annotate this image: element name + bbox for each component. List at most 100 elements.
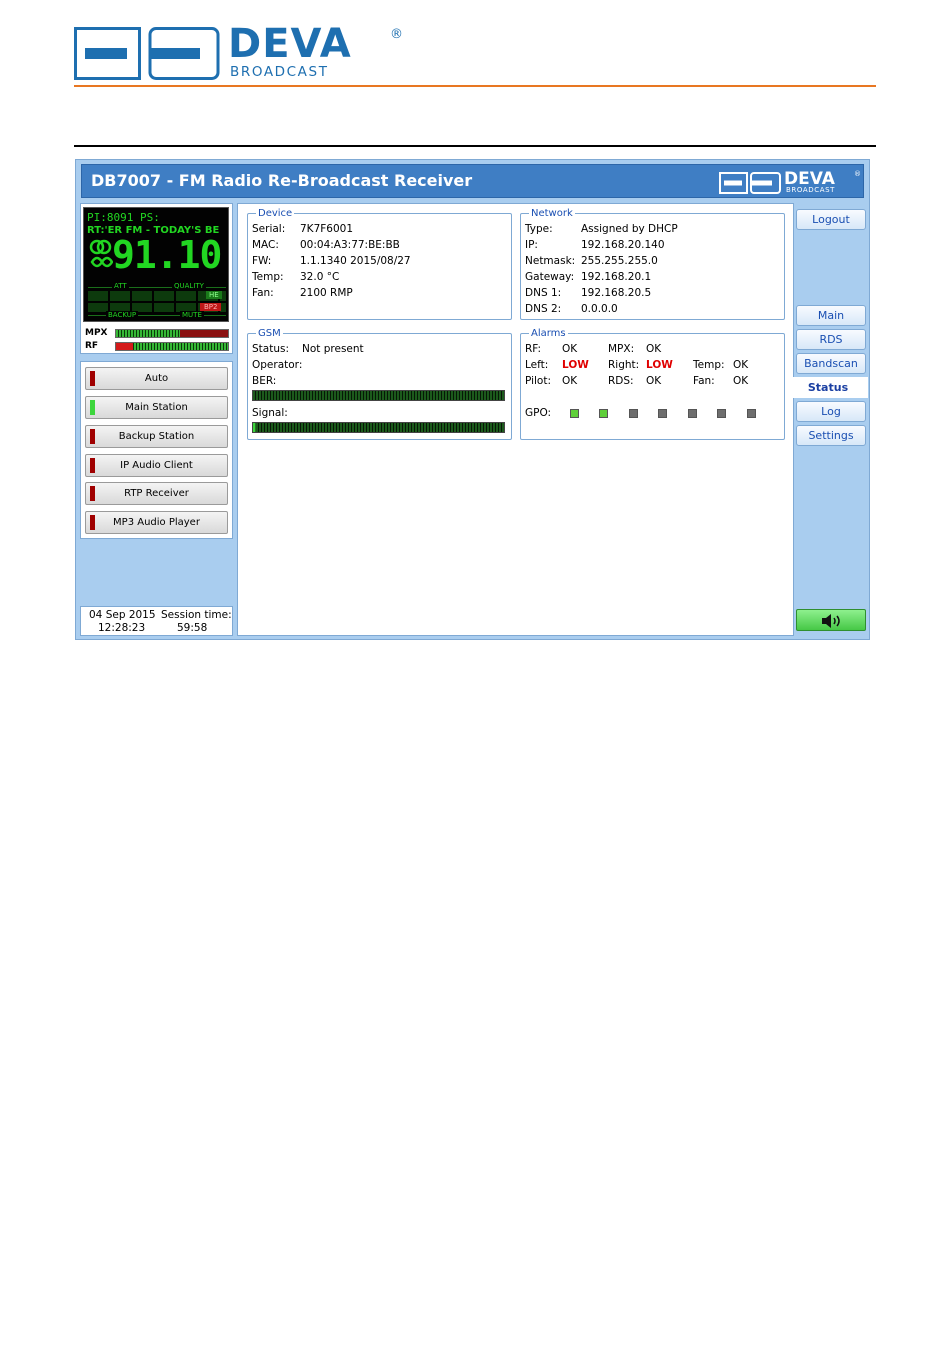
deva-logo: DEVA ® BROADCAST xyxy=(74,21,414,81)
current-date: 04 Sep 2015 xyxy=(89,609,156,621)
app-title: DB7007 - FM Radio Re-Broadcast Receiver xyxy=(91,171,473,190)
device-serial-key: Serial: xyxy=(252,223,286,235)
alarm-fan-key: Fan: xyxy=(693,375,715,387)
device-legend: Device xyxy=(258,208,293,219)
source-button-ip-audio-client[interactable]: IP Audio Client xyxy=(85,454,228,477)
source-button-rtp-receiver[interactable]: RTP Receiver xyxy=(85,482,228,505)
lcd-display: PI:8091 PS: RT:'ER FM - TODAY'S BE 91.10… xyxy=(83,207,229,322)
network-legend: Network xyxy=(531,208,573,219)
device-fan-value: 2100 RMP xyxy=(300,287,353,299)
tab-log[interactable]: Log xyxy=(796,401,866,422)
source-led-mp3-audio-player xyxy=(90,515,95,530)
session-time-value: 59:58 xyxy=(177,622,208,634)
network-netmask-value: 255.255.255.0 xyxy=(581,255,658,267)
gsm-signal-meter xyxy=(252,422,505,433)
gsm-legend: GSM xyxy=(258,328,281,339)
network-gateway-value: 192.168.20.1 xyxy=(581,271,652,283)
audio-button[interactable] xyxy=(796,609,866,631)
header-divider xyxy=(74,85,876,87)
network-type-value: Assigned by DHCP xyxy=(581,223,678,235)
mini-logo-reg: ® xyxy=(854,170,861,178)
alarm-rds-value: OK xyxy=(646,375,662,387)
lcd-quality-label: QUALITY xyxy=(172,282,206,290)
lcd-att-group: ATT QUALITY HE BP2 BACKUP MUTE xyxy=(88,282,226,319)
session-time-label: Session time: xyxy=(161,609,232,621)
network-dns2-key: DNS 2: xyxy=(525,303,562,315)
source-label: IP Audio Client xyxy=(120,460,193,471)
source-button-mp3-audio-player[interactable]: MP3 Audio Player xyxy=(85,511,228,534)
alarm-left-key: Left: xyxy=(525,359,549,371)
gpo-led-6 xyxy=(717,409,726,418)
tab-settings[interactable]: Settings xyxy=(796,425,866,446)
status-content: Device Serial: 7K7F6001 MAC: 00:04:A3:77… xyxy=(237,203,794,636)
source-label: Main Station xyxy=(125,402,188,413)
lcd-pi-ps: PI:8091 PS: xyxy=(87,211,160,224)
tab-rds[interactable]: RDS xyxy=(796,329,866,350)
device-fw-value: 1.1.1340 2015/08/27 xyxy=(300,255,411,267)
gpo-label: GPO: xyxy=(525,407,552,419)
network-dns1-key: DNS 1: xyxy=(525,287,562,299)
title-bar: DB7007 - FM Radio Re-Broadcast Receiver … xyxy=(81,164,864,198)
source-button-backup-station[interactable]: Backup Station xyxy=(85,425,228,448)
deva-mini-logo: DEVA ® BROADCAST xyxy=(719,169,864,194)
alarm-right-value: LOW xyxy=(646,359,673,371)
db-mini-logo-icon xyxy=(719,172,781,194)
gsm-signal-key: Signal: xyxy=(252,407,288,419)
tab-status[interactable]: Status xyxy=(788,377,868,398)
alarm-mpx-value: OK xyxy=(646,343,662,355)
alarm-fan-value: OK xyxy=(733,375,749,387)
lcd-panel: PI:8091 PS: RT:'ER FM - TODAY'S BE 91.10… xyxy=(80,203,233,354)
tab-main[interactable]: Main xyxy=(796,305,866,326)
alarm-temp-value: OK xyxy=(733,359,749,371)
alarm-temp-key: Temp: xyxy=(693,359,725,371)
device-temp-key: Temp: xyxy=(252,271,284,283)
source-panel: Auto Main Station Backup Station IP Audi… xyxy=(80,361,233,539)
network-ip-value: 192.168.20.140 xyxy=(581,239,665,251)
section-divider xyxy=(74,145,876,147)
network-ip-key: IP: xyxy=(525,239,538,251)
source-label: MP3 Audio Player xyxy=(113,517,200,528)
alarm-mpx-key: MPX: xyxy=(608,343,635,355)
network-type-key: Type: xyxy=(525,223,553,235)
gpo-led-4 xyxy=(658,409,667,418)
mpx-meter-label: MPX xyxy=(85,328,108,338)
alarm-left-value: LOW xyxy=(562,359,589,371)
tab-bandscan[interactable]: Bandscan xyxy=(796,353,866,374)
lcd-backup-label: BACKUP xyxy=(106,311,139,319)
device-temp-value: 32.0 °C xyxy=(300,271,340,283)
device-serial-value: 7K7F6001 xyxy=(300,223,354,235)
gsm-status-value: Not present xyxy=(302,343,364,355)
alarm-pilot-value: OK xyxy=(562,375,578,387)
network-dns2-value: 0.0.0.0 xyxy=(581,303,618,315)
lcd-he-badge: HE xyxy=(206,291,222,299)
current-time: 12:28:23 xyxy=(98,622,146,634)
lcd-bp2-badge: BP2 xyxy=(200,303,222,311)
source-led-ip-audio-client xyxy=(90,458,95,473)
source-button-main-station[interactable]: Main Station xyxy=(85,396,228,419)
lcd-frequency: 91.10 xyxy=(112,233,222,277)
lcd-mute-label: MUTE xyxy=(180,311,204,319)
source-button-auto[interactable]: Auto xyxy=(85,367,228,390)
gsm-status-key: Status: xyxy=(252,343,289,355)
source-led-main-station xyxy=(90,400,95,415)
device-mac-key: MAC: xyxy=(252,239,279,251)
source-led-rtp-receiver xyxy=(90,486,95,501)
clock-panel: 04 Sep 2015 12:28:23 Session time: 59:58 xyxy=(80,606,233,636)
gpo-led-3 xyxy=(629,409,638,418)
gsm-ber-key: BER: xyxy=(252,375,277,387)
device-fan-key: Fan: xyxy=(252,287,274,299)
device-mac-value: 00:04:A3:77:BE:BB xyxy=(300,239,400,251)
alarm-right-key: Right: xyxy=(608,359,640,371)
network-gateway-key: Gateway: xyxy=(525,271,575,283)
rf-meter xyxy=(115,342,229,351)
logout-button[interactable]: Logout xyxy=(796,209,866,230)
alarm-rds-key: RDS: xyxy=(608,375,634,387)
lcd-att-label: ATT xyxy=(112,282,129,290)
logo-sub: BROADCAST xyxy=(230,64,329,80)
source-led-backup-station xyxy=(90,429,95,444)
source-label: RTP Receiver xyxy=(124,488,189,499)
alarm-rf-key: RF: xyxy=(525,343,542,355)
network-dns1-value: 192.168.20.5 xyxy=(581,287,652,299)
source-label: Auto xyxy=(144,373,169,384)
mpx-meter xyxy=(115,329,229,338)
